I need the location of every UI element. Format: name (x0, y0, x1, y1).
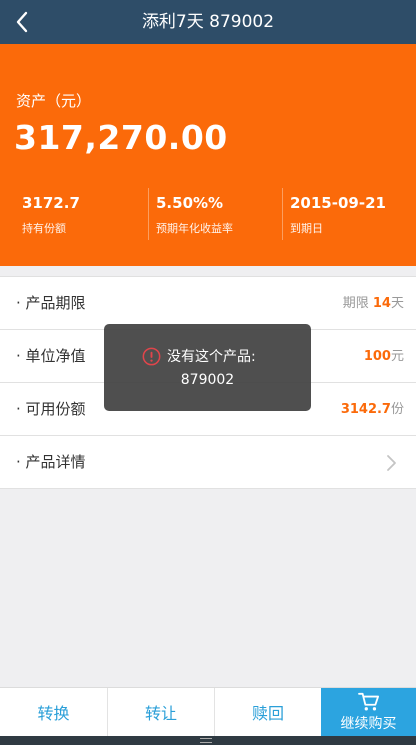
stat-maturity-date: 2015-09-21 到期日 (282, 188, 416, 240)
bottom-action-bar: 转换 转让 赎回 继续购买 (0, 687, 416, 736)
back-button[interactable] (6, 6, 38, 38)
stat-expected-yield: 5.50%% 预期年化收益率 (148, 188, 282, 240)
toast-message: 没有这个产品: (142, 346, 256, 366)
row-label: · 单位净值 (16, 347, 86, 365)
buy-label: 继续购买 (340, 715, 397, 732)
cart-icon (357, 692, 379, 710)
stat-label: 预期年化收益率 (156, 222, 233, 235)
redeem-button[interactable]: 赎回 (214, 688, 321, 736)
stat-value: 5.50%% (156, 194, 224, 212)
row-label: · 可用份额 (16, 400, 86, 418)
asset-label: 资产（元） (16, 92, 92, 110)
warning-icon (142, 347, 161, 365)
row-value: 期限 14天 (343, 277, 404, 330)
period-number: 14 (372, 296, 391, 311)
row-label: · 产品详情 (16, 453, 86, 471)
row-product-details[interactable]: · 产品详情 (0, 436, 416, 489)
period-unit: 天 (390, 296, 404, 311)
toast-line-1: 没有这个产品: (167, 349, 256, 365)
top-bar: 添利7天 879002 (0, 0, 416, 44)
chevron-right-icon (387, 455, 396, 471)
toast-line-2: 879002 (180, 372, 235, 388)
nav-number: 100 (363, 349, 391, 364)
nav-unit: 元 (390, 349, 404, 364)
available-unit: 份 (390, 402, 404, 417)
page-title: 添利7天 879002 (141, 12, 275, 32)
row-label: · 产品期限 (16, 294, 86, 312)
transfer-button[interactable]: 转让 (107, 688, 214, 736)
system-nav-bar (0, 736, 416, 745)
asset-value: 317,270.00 (14, 118, 228, 157)
back-arrow-icon (16, 11, 28, 33)
menu-handle-icon[interactable] (200, 738, 212, 743)
stat-value: 2015-09-21 (290, 194, 386, 212)
period-prefix: 期限 (342, 296, 369, 311)
stat-label: 持有份额 (22, 222, 66, 235)
error-toast: 没有这个产品: 879002 (104, 324, 311, 411)
stat-holding-shares: 3172.7 持有份额 (0, 188, 148, 240)
row-value: 3142.7份 (341, 383, 404, 436)
convert-button[interactable]: 转换 (0, 688, 107, 736)
stats-row: 3172.7 持有份额 5.50%% 预期年化收益率 2015-09-21 到期… (0, 188, 416, 240)
asset-summary: 资产（元） 317,270.00 3172.7 持有份额 5.50%% 预期年化… (0, 44, 416, 266)
stat-value: 3172.7 (22, 194, 80, 212)
stat-label: 到期日 (290, 222, 323, 235)
continue-buy-button[interactable]: 继续购买 (321, 688, 416, 736)
row-value: 100元 (364, 330, 404, 383)
row-product-period: · 产品期限 期限 14天 (0, 277, 416, 330)
available-number: 3142.7 (340, 402, 391, 417)
